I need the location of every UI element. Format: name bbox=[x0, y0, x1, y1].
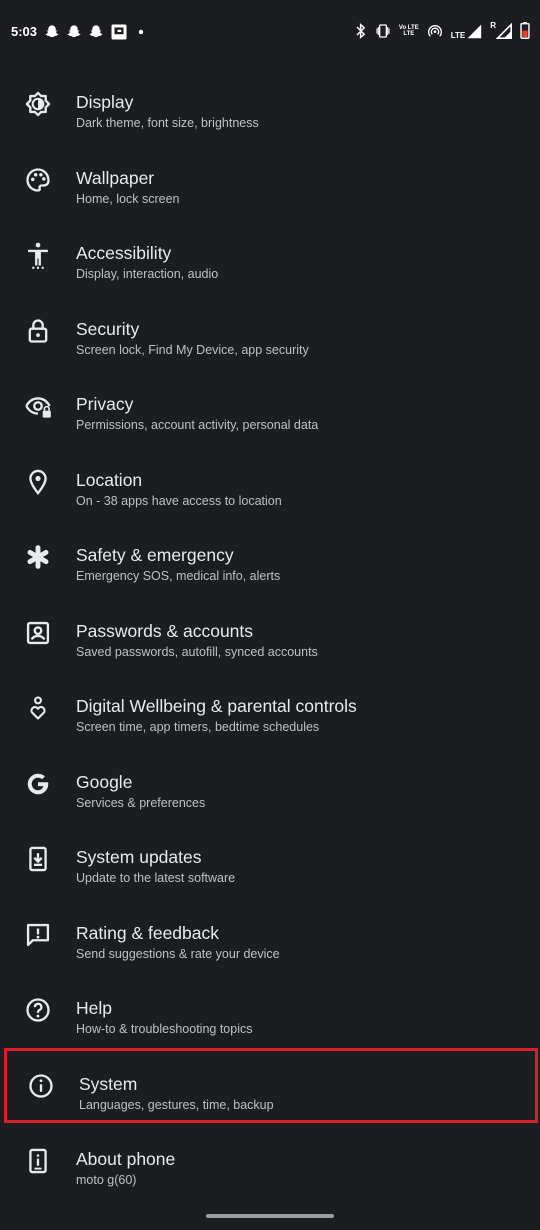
settings-item-subtitle: Screen time, app timers, bedtime schedul… bbox=[76, 720, 320, 734]
vibrate-icon bbox=[375, 23, 391, 39]
privacy-eye-icon bbox=[24, 392, 52, 420]
settings-item-title: Accessibility bbox=[76, 243, 172, 263]
settings-item-title: Location bbox=[76, 469, 143, 490]
settings-item-subtitle: Services & preferences bbox=[76, 795, 206, 810]
screen-cast-icon bbox=[110, 23, 128, 41]
lock-icon bbox=[24, 317, 52, 345]
settings-item-privacy[interactable]: Privacy Permissions, account activity, p… bbox=[0, 368, 540, 444]
settings-item-safety-emergency[interactable]: Safety & emergency Emergency SOS, medica… bbox=[0, 519, 540, 595]
account-box-icon bbox=[24, 619, 52, 647]
settings-item-subtitle: How-to & troubleshooting topics bbox=[76, 1022, 253, 1036]
snapchat-icon bbox=[66, 24, 82, 40]
phone-info-icon bbox=[24, 1147, 52, 1175]
google-g-icon bbox=[24, 770, 52, 798]
status-bar: 5:03 Vo LTE LTE LTE R bbox=[0, 0, 540, 66]
settings-item-title: Privacy bbox=[76, 394, 134, 414]
settings-item-title: Google bbox=[76, 771, 133, 792]
settings-item-subtitle: Emergency SOS, medical info, alerts bbox=[76, 569, 281, 583]
settings-item-title: System bbox=[79, 1073, 138, 1094]
settings-item-subtitle: On - 38 apps have access to location bbox=[76, 493, 282, 508]
snapchat-icon bbox=[88, 24, 104, 40]
settings-item-subtitle: Display, interaction, audio bbox=[76, 267, 219, 281]
settings-item-title: Safety & emergency bbox=[76, 545, 234, 565]
wellbeing-icon bbox=[24, 694, 52, 722]
settings-item-subtitle: Home, lock screen bbox=[76, 191, 180, 206]
settings-item-location[interactable]: Location On - 38 apps have access to loc… bbox=[0, 444, 540, 520]
settings-item-rating-feedback[interactable]: Rating & feedback Send suggestions & rat… bbox=[0, 897, 540, 973]
notification-icons bbox=[44, 23, 148, 41]
settings-list: Display Dark theme, font size, brightnes… bbox=[0, 66, 540, 1199]
settings-item-subtitle: Permissions, account activity, personal … bbox=[76, 418, 319, 432]
settings-item-security[interactable]: Security Screen lock, Find My Device, ap… bbox=[0, 293, 540, 369]
settings-item-title: Digital Wellbeing & parental controls bbox=[76, 696, 357, 716]
status-time: 5:03 bbox=[11, 24, 38, 39]
settings-item-subtitle: Send suggestions & rate your device bbox=[76, 946, 280, 961]
settings-item-display[interactable]: Display Dark theme, font size, brightnes… bbox=[0, 66, 540, 142]
settings-item-title: Display bbox=[76, 92, 134, 112]
settings-item-accessibility[interactable]: Accessibility Display, interaction, audi… bbox=[0, 217, 540, 293]
settings-item-subtitle: Languages, gestures, time, backup bbox=[79, 1097, 274, 1112]
settings-item-subtitle: Update to the latest software bbox=[76, 871, 236, 885]
palette-icon bbox=[24, 166, 52, 194]
settings-item-title: System updates bbox=[76, 847, 202, 867]
settings-item-title: Passwords & accounts bbox=[76, 620, 254, 641]
lte-signal-icon: LTE bbox=[451, 23, 483, 39]
settings-item-about-phone[interactable]: About phone moto g(60) bbox=[0, 1123, 540, 1199]
bluetooth-icon bbox=[355, 22, 367, 39]
snapchat-icon bbox=[44, 24, 60, 40]
settings-item-title: Rating & feedback bbox=[76, 922, 220, 943]
settings-item-title: Wallpaper bbox=[76, 167, 155, 188]
settings-item-digital-wellbeing[interactable]: Digital Wellbeing & parental controls Sc… bbox=[0, 670, 540, 746]
system-update-icon bbox=[24, 845, 52, 873]
settings-item-passwords-accounts[interactable]: Passwords & accounts Saved passwords, au… bbox=[0, 595, 540, 671]
settings-item-system-updates[interactable]: System updates Update to the latest soft… bbox=[0, 821, 540, 897]
settings-item-title: About phone bbox=[76, 1149, 176, 1169]
brightness-icon bbox=[24, 90, 52, 118]
settings-item-help[interactable]: Help How-to & troubleshooting topics bbox=[0, 972, 540, 1048]
location-pin-icon bbox=[24, 468, 52, 496]
info-circle-icon bbox=[27, 1072, 55, 1100]
settings-item-subtitle: Dark theme, font size, brightness bbox=[76, 116, 259, 130]
volte-icon: Vo LTE LTE bbox=[398, 24, 419, 37]
settings-item-system[interactable]: System Languages, gestures, time, backup bbox=[4, 1047, 538, 1123]
more-notifications-dot-icon bbox=[134, 25, 148, 39]
settings-item-title: Help bbox=[76, 998, 112, 1018]
settings-item-subtitle: Screen lock, Find My Device, app securit… bbox=[76, 342, 309, 357]
roaming-signal-icon: R bbox=[490, 21, 512, 39]
settings-item-wallpaper[interactable]: Wallpaper Home, lock screen bbox=[0, 142, 540, 218]
system-status-icons: Vo LTE LTE LTE R bbox=[355, 21, 530, 39]
settings-item-subtitle: moto g(60) bbox=[76, 1173, 137, 1187]
hotspot-icon bbox=[427, 23, 443, 39]
help-circle-icon bbox=[24, 996, 52, 1024]
gesture-navigation-handle[interactable] bbox=[206, 1214, 334, 1218]
settings-item-subtitle: Saved passwords, autofill, synced accoun… bbox=[76, 644, 318, 659]
battery-low-icon bbox=[520, 22, 530, 39]
settings-item-google[interactable]: Google Services & preferences bbox=[0, 746, 540, 822]
feedback-icon bbox=[24, 921, 52, 949]
accessibility-icon bbox=[24, 241, 52, 269]
settings-item-title: Security bbox=[76, 318, 140, 339]
asterisk-icon bbox=[24, 543, 52, 571]
